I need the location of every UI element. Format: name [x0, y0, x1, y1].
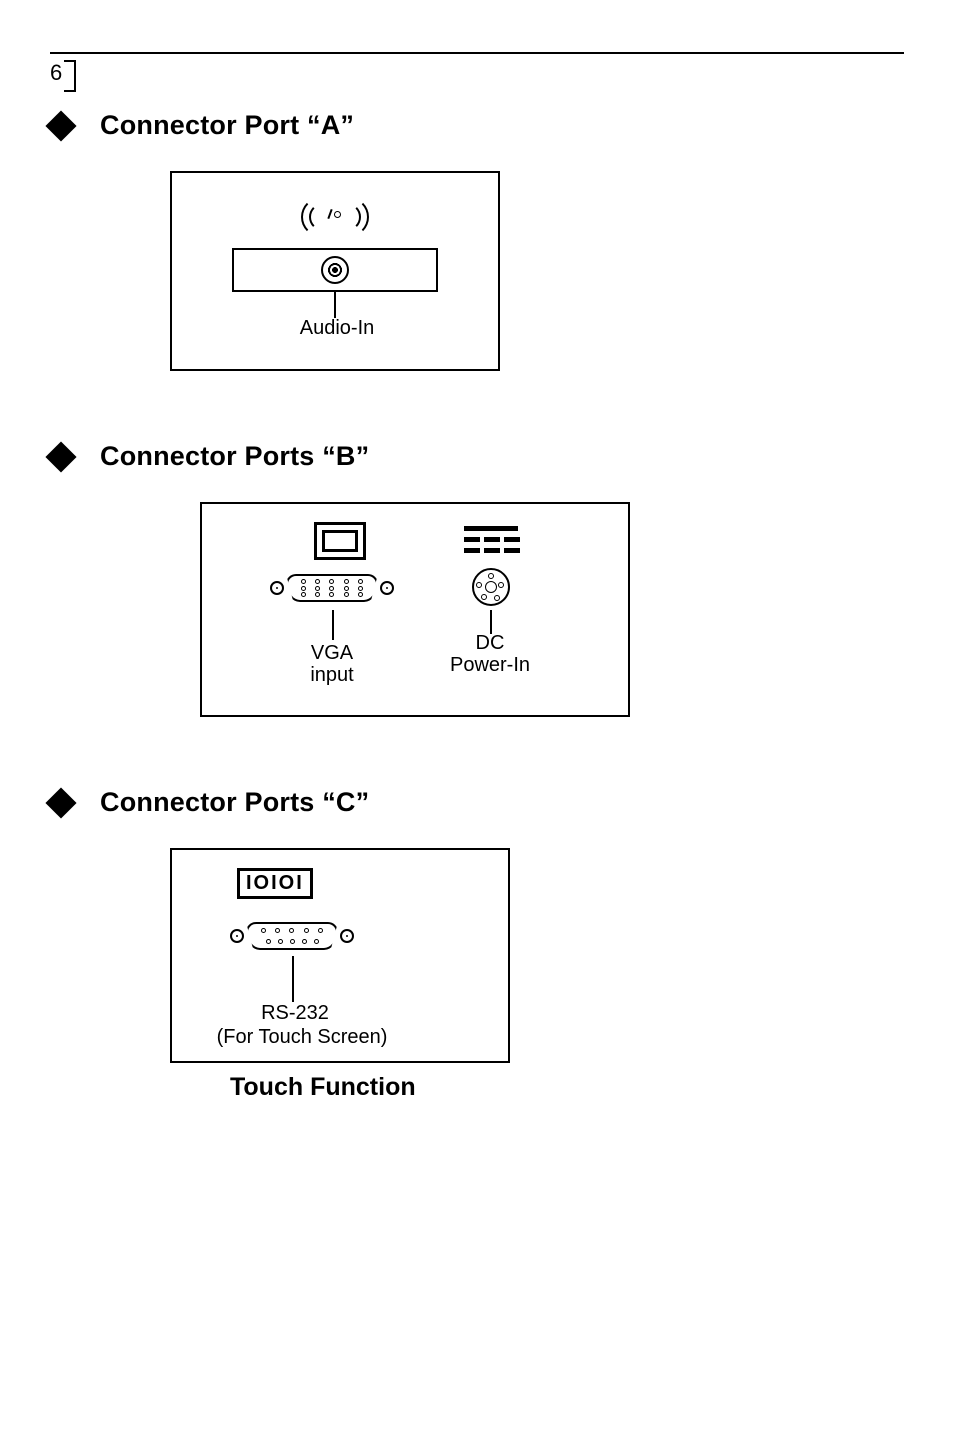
- leader-line: [334, 292, 336, 318]
- page-number-bracket: [64, 60, 76, 92]
- section-b-title: Connector Ports “B”: [100, 441, 369, 472]
- audio-in-port-box: [232, 248, 438, 292]
- audio-in-label: Audio-In: [282, 317, 392, 340]
- page-number-block: 6: [50, 60, 76, 92]
- leader-line: [490, 610, 492, 634]
- speaker-icon: [305, 195, 365, 235]
- leader-line: [332, 610, 334, 640]
- diamond-bullet-icon: [45, 110, 76, 141]
- section-a-title: Connector Port “A”: [100, 110, 354, 141]
- leader-line: [292, 956, 294, 1002]
- section-a-heading: Connector Port “A”: [50, 110, 904, 141]
- dc-plug-icon: [464, 526, 524, 552]
- rs232-port-icon: [232, 918, 352, 954]
- serial-ioioi-icon: IOIOI: [237, 868, 313, 899]
- vga-label-line2: input: [297, 664, 367, 687]
- top-horizontal-rule: [50, 52, 904, 54]
- rs232-label-line2: (For Touch Screen): [192, 1026, 412, 1049]
- monitor-icon: [314, 522, 366, 560]
- vga-port-icon: [272, 570, 392, 606]
- diamond-bullet-icon: [45, 441, 76, 472]
- touch-function-subheading: Touch Function: [230, 1073, 904, 1102]
- rs232-label-line1: RS-232: [240, 1002, 350, 1025]
- port-row-box: [262, 566, 572, 610]
- audio-jack-icon: [321, 256, 349, 284]
- diagram-connector-a: Audio-In: [170, 171, 500, 371]
- diagram-connector-c: IOIOI RS-232 (For Touch Screen): [170, 848, 510, 1063]
- dc-power-port-icon: [472, 568, 510, 606]
- section-c-heading: Connector Ports “C”: [50, 787, 904, 818]
- diamond-bullet-icon: [45, 787, 76, 818]
- section-c-title: Connector Ports “C”: [100, 787, 369, 818]
- dc-label-line1: DC: [455, 632, 525, 655]
- diagram-connector-b: VGA input DC Power-In: [200, 502, 630, 717]
- rs232-port-box: [202, 916, 402, 956]
- dc-label-line2: Power-In: [440, 654, 540, 677]
- vga-label-line1: VGA: [297, 642, 367, 665]
- section-b-heading: Connector Ports “B”: [50, 441, 904, 472]
